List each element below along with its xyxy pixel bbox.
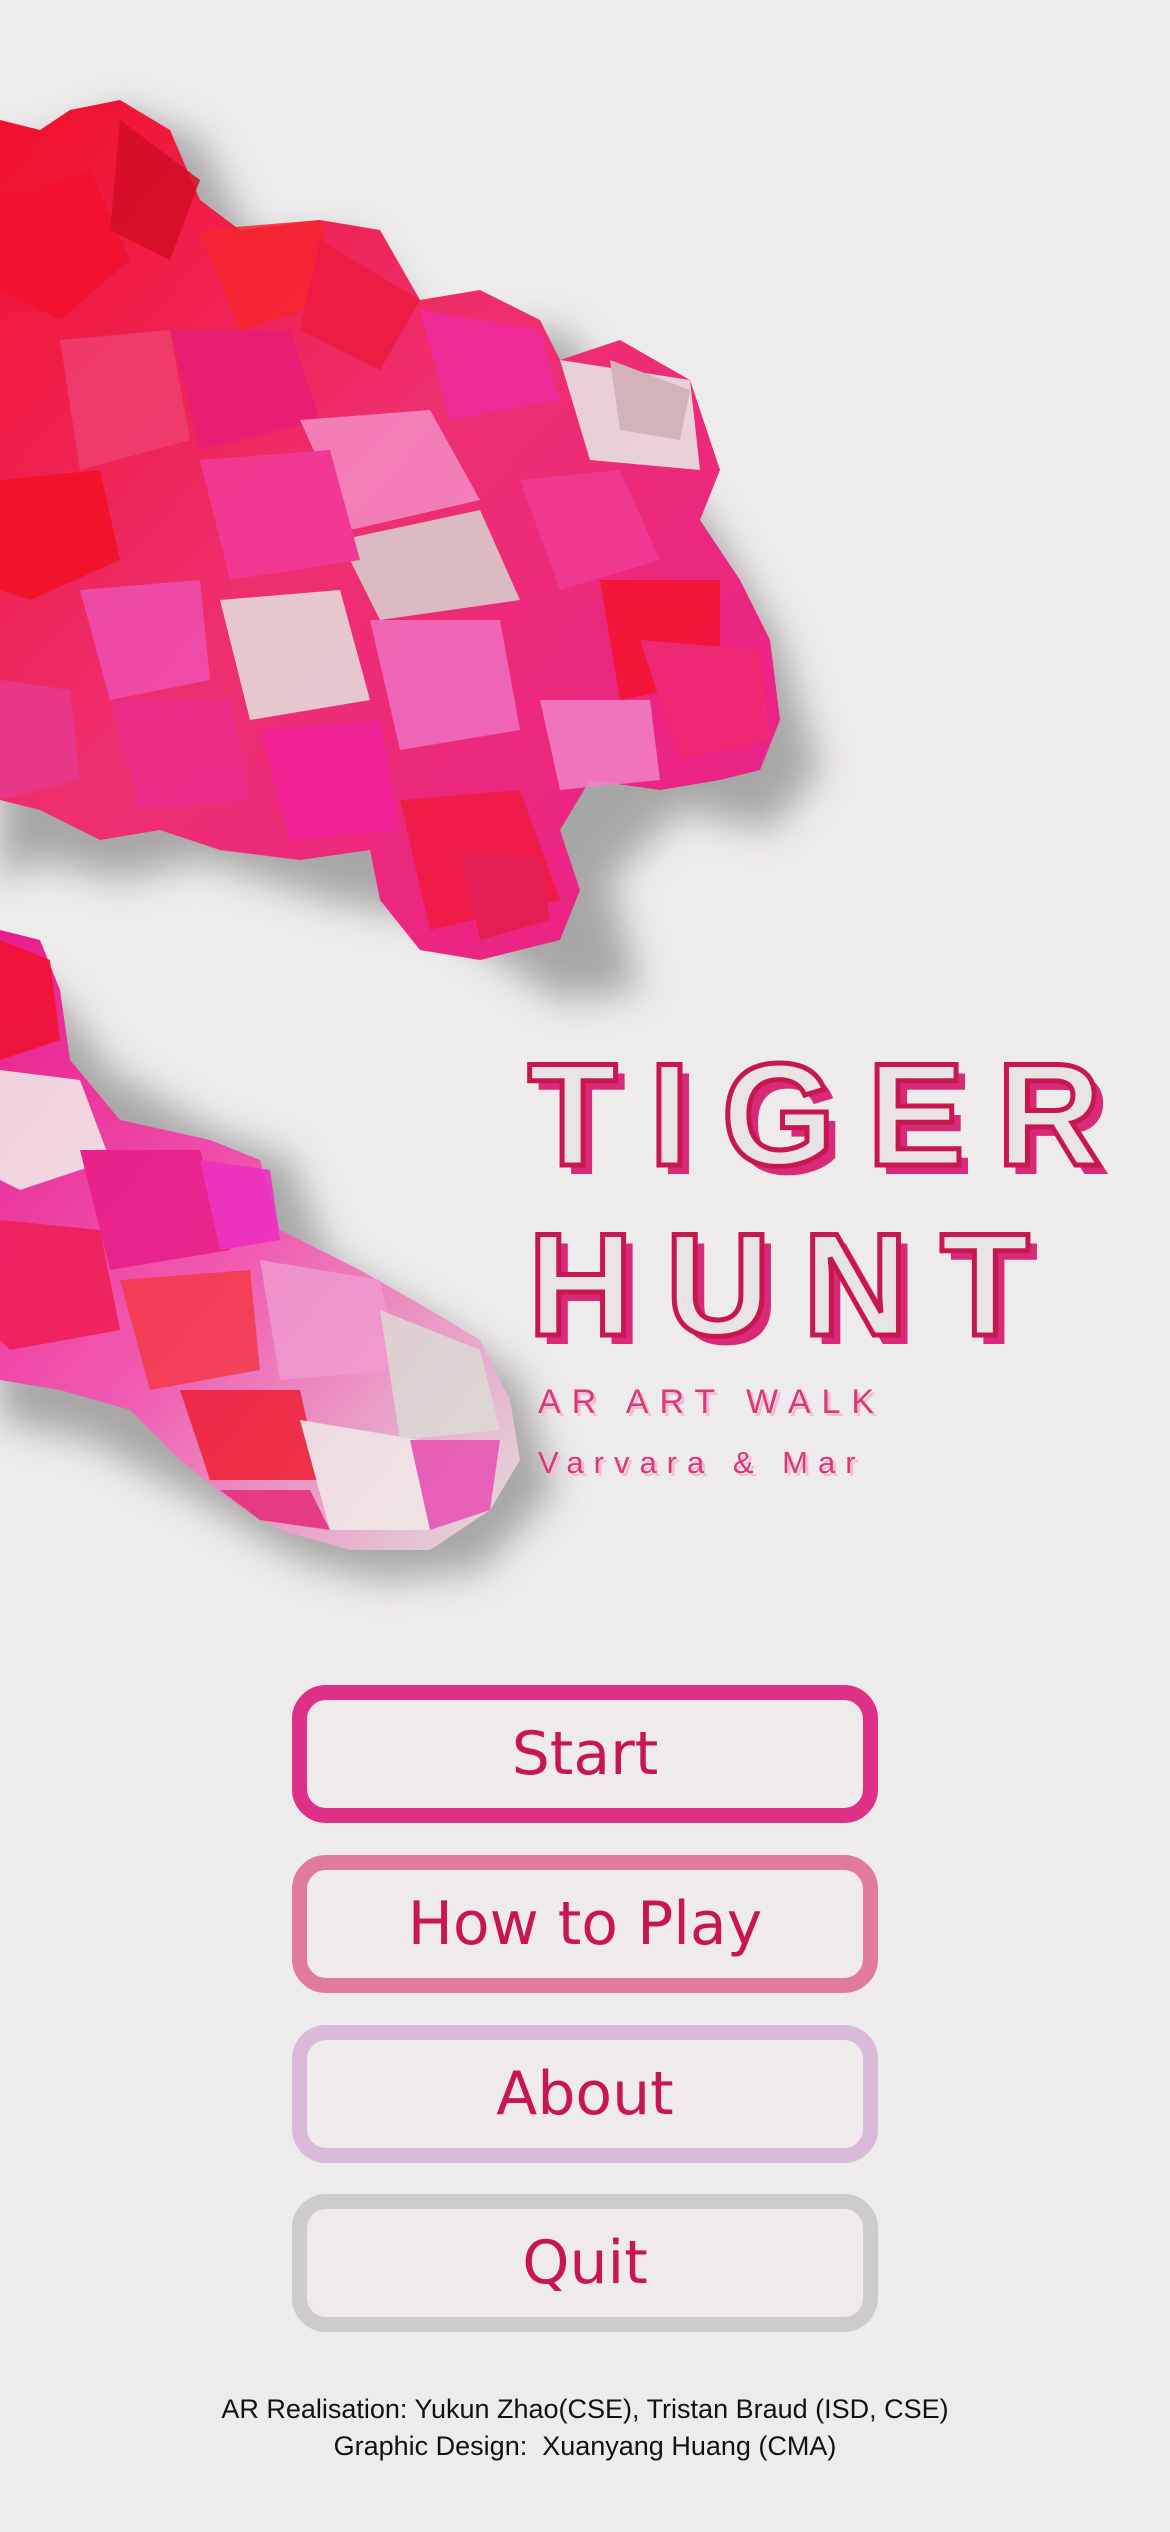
about-button[interactable]: About xyxy=(292,2025,878,2163)
credit-graphic-design: Graphic Design: Xuanyang Huang (CMA) xyxy=(333,2431,837,2461)
title-hunt: HUNT xyxy=(526,1203,1062,1366)
quit-button[interactable]: Quit xyxy=(292,2194,878,2332)
subtitle-ar-art-walk: AR ART WALK xyxy=(538,1383,886,1421)
subtitle-authors: Varvara & Mar xyxy=(538,1445,866,1480)
start-button[interactable]: Start xyxy=(292,1685,878,1823)
credit-ar-realisation: AR Realisation: Yukun Zhao(CSE), Tristan… xyxy=(221,2394,949,2424)
how-to-play-button[interactable]: How to Play xyxy=(292,1855,878,1993)
title-tiger: TIGER xyxy=(525,1033,1135,1196)
